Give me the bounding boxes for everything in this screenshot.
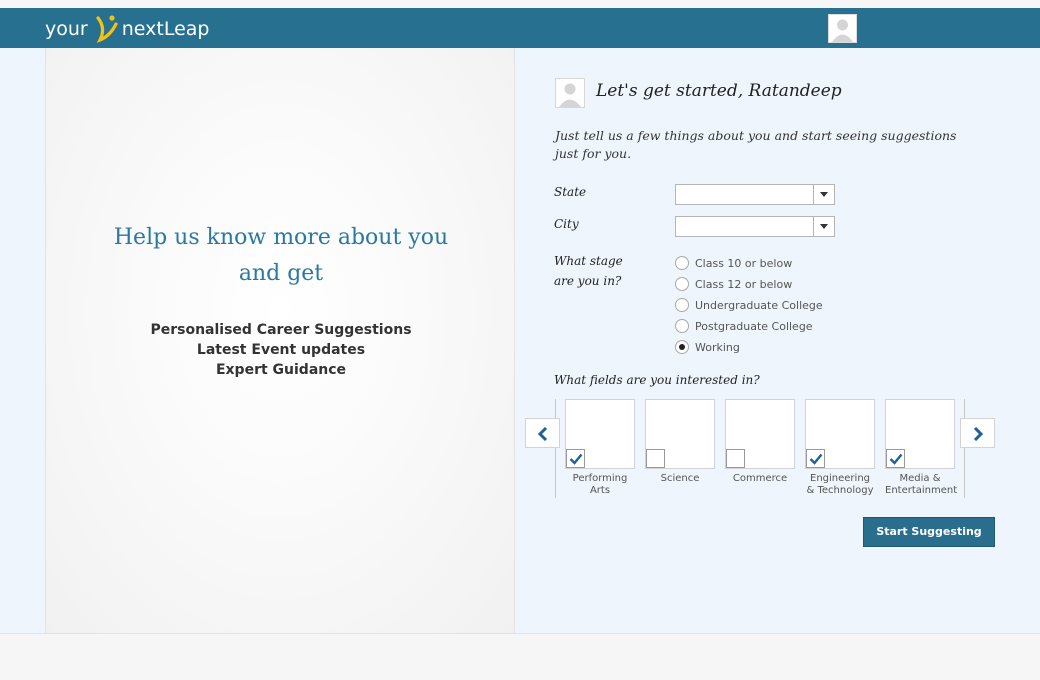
- stage-option-undergraduate[interactable]: Undergraduate College: [675, 296, 823, 314]
- promo-headline: Help us know more about you and get: [86, 220, 476, 292]
- field-name-line2: Entertainment: [885, 485, 958, 496]
- footer: [0, 633, 1040, 680]
- field-name: Science: [645, 473, 715, 485]
- field-name: Engineering & Technology: [805, 473, 875, 497]
- field-name-line1: Commerce: [732, 473, 788, 484]
- promo-headline-line2: and get: [238, 261, 324, 286]
- radio-button[interactable]: [675, 256, 689, 270]
- stage-label-line2: are you in?: [554, 274, 622, 288]
- field-image[interactable]: [725, 399, 795, 469]
- field-name: Media & Entertainment: [885, 473, 958, 497]
- benefit-item: Expert Guidance: [215, 362, 347, 378]
- stage-option-label: Class 12 or below: [695, 277, 793, 291]
- signup-form-panel: Let's get started, Ratandeep Just tell u…: [515, 48, 1040, 633]
- field-image[interactable]: [565, 399, 635, 469]
- logo-text-your: your: [45, 18, 88, 40]
- stage-option-label: Undergraduate College: [695, 298, 823, 312]
- field-name-line1: Performing: [572, 473, 628, 484]
- user-avatar-icon[interactable]: [828, 14, 857, 43]
- chevron-down-icon[interactable]: [813, 217, 834, 236]
- field-image[interactable]: [805, 399, 875, 469]
- promo-headline-line1: Help us know more about you: [113, 225, 449, 250]
- benefit-item: Personalised Career Suggestions: [150, 322, 412, 338]
- city-select[interactable]: [675, 216, 835, 237]
- benefit-list: Personalised Career Suggestions Latest E…: [86, 320, 476, 380]
- logo-figure-icon: [88, 14, 122, 44]
- stage-label: What stage are you in?: [554, 251, 623, 291]
- benefit-item: Latest Event updates: [196, 342, 366, 358]
- logo-text-nextleap: nextLeap: [121, 18, 210, 40]
- stage-option-label: Working: [695, 340, 740, 354]
- field-name-line1: Media &: [899, 473, 941, 484]
- field-checkbox[interactable]: [806, 449, 825, 468]
- logo[interactable]: your nextLeap: [45, 14, 209, 44]
- stage-option-class12[interactable]: Class 12 or below: [675, 275, 792, 293]
- field-checkbox[interactable]: [886, 449, 905, 468]
- state-label: State: [554, 185, 587, 199]
- field-image[interactable]: [645, 399, 715, 469]
- stage-option-working[interactable]: Working: [675, 338, 740, 356]
- checkmark-icon: [569, 453, 583, 465]
- radio-button[interactable]: [675, 319, 689, 333]
- checkmark-icon: [889, 453, 903, 465]
- form-intro: Just tell us a few things about you and …: [555, 128, 957, 161]
- top-bar: your nextLeap: [0, 8, 1040, 48]
- field-name: Performing Arts: [565, 473, 635, 497]
- radio-button[interactable]: [675, 277, 689, 291]
- field-card-media[interactable]: Media & Entertainment: [885, 399, 958, 497]
- form-title: Let's get started, Ratandeep: [596, 81, 842, 101]
- field-name: Commerce: [725, 473, 795, 485]
- chevron-down-icon[interactable]: [813, 185, 834, 204]
- field-name-line1: Science: [660, 473, 700, 484]
- chevron-right-icon: [973, 427, 984, 441]
- stage-option-postgraduate[interactable]: Postgraduate College: [675, 317, 813, 335]
- stage-option-label: Postgraduate College: [695, 319, 813, 333]
- start-suggesting-button[interactable]: Start Suggesting: [863, 517, 995, 547]
- field-card-science[interactable]: Science: [645, 399, 715, 485]
- field-name-line2: Arts: [589, 485, 611, 496]
- field-card-commerce[interactable]: Commerce: [725, 399, 795, 485]
- field-image[interactable]: [885, 399, 955, 469]
- carousel-prev-button[interactable]: [525, 418, 560, 448]
- carousel-next-button[interactable]: [960, 418, 995, 448]
- field-name-line2: & Technology: [806, 485, 874, 496]
- field-checkbox[interactable]: [726, 449, 745, 468]
- fields-label: What fields are you interested in?: [554, 373, 760, 387]
- stage-option-class10[interactable]: Class 10 or below: [675, 254, 792, 272]
- left-promo-panel: Help us know more about you and get Pers…: [45, 48, 515, 633]
- field-card-performing-arts[interactable]: Performing Arts: [565, 399, 635, 497]
- city-label: City: [554, 217, 579, 231]
- stage-label-line1: What stage: [554, 254, 623, 268]
- radio-button-selected[interactable]: [675, 340, 689, 354]
- field-card-engineering[interactable]: Engineering & Technology: [805, 399, 875, 497]
- profile-avatar-icon: [555, 78, 585, 108]
- field-checkbox[interactable]: [566, 449, 585, 468]
- chevron-left-icon: [537, 427, 548, 441]
- state-select[interactable]: [675, 184, 835, 205]
- field-checkbox[interactable]: [646, 449, 665, 468]
- field-name-line1: Engineering: [810, 473, 870, 484]
- stage-option-label: Class 10 or below: [695, 256, 793, 270]
- checkmark-icon: [809, 453, 823, 465]
- radio-button[interactable]: [675, 298, 689, 312]
